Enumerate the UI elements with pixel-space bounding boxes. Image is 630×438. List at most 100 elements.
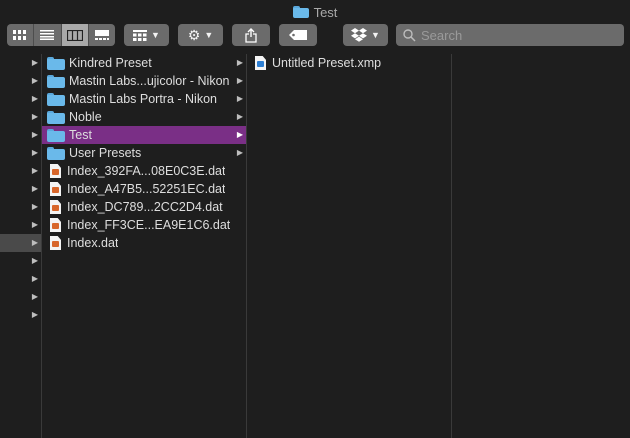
folder-list-item[interactable]: Test ▶ (42, 126, 246, 144)
search-field[interactable] (396, 24, 624, 46)
disclosure-arrow-icon: ▶ (31, 220, 38, 229)
item-label: Index_392FA...08E0C3E.dat (67, 164, 226, 178)
disclosure-arrow-icon: ▶ (236, 94, 243, 103)
search-icon (403, 28, 416, 42)
item-label: User Presets (69, 146, 142, 160)
disclosure-arrow-icon: ▶ (236, 76, 243, 85)
file-list-item[interactable]: Index.dat (42, 234, 246, 252)
parent-list-item[interactable]: ▶ (0, 216, 41, 234)
action-button[interactable]: ⚙ ▼ (178, 24, 223, 46)
folder-list-item[interactable]: Mastin Labs...ujicolor - Nikon ▶ (42, 72, 246, 90)
parent-list-item[interactable]: ▶ (0, 306, 41, 324)
disclosure-arrow-icon: ▶ (31, 310, 38, 319)
tag-icon (289, 30, 307, 40)
disclosure-arrow-icon: ▶ (31, 112, 38, 121)
parent-list-item[interactable]: ▶ (0, 72, 41, 90)
file-list-item[interactable]: Index_DC789...2CC2D4.dat (42, 198, 246, 216)
parent-list-item[interactable]: ▶ (0, 180, 41, 198)
dropbox-button[interactable]: ▼ (343, 24, 388, 46)
folder-icon (47, 92, 65, 106)
item-label: Index_DC789...2CC2D4.dat (67, 200, 223, 214)
disclosure-arrow-icon: ▶ (31, 148, 38, 157)
document-icon (50, 200, 61, 214)
file-list-item[interactable]: Index_392FA...08E0C3E.dat (42, 162, 246, 180)
disclosure-arrow-icon: ▶ (31, 256, 38, 265)
share-button[interactable] (232, 24, 270, 46)
disclosure-arrow-icon: ▶ (236, 148, 243, 157)
item-label: Kindred Preset (69, 56, 152, 70)
gear-icon: ⚙ (187, 26, 201, 43)
disclosure-arrow-icon: ▶ (31, 238, 38, 247)
search-input[interactable] (421, 27, 611, 43)
document-icon (50, 236, 61, 250)
chevron-down-icon: ▼ (371, 30, 380, 40)
parent-list-item[interactable]: ▶ (0, 270, 41, 288)
file-list-item[interactable]: Index_FF3CE...EA9E1C6.dat (42, 216, 246, 234)
parent-list-item[interactable]: ▶ (0, 288, 41, 306)
folder-icon (292, 6, 309, 18)
item-label: Noble (69, 110, 102, 124)
item-label: Test (69, 128, 92, 142)
xmp-file-icon (255, 56, 266, 70)
folder-list-item[interactable]: Noble ▶ (42, 108, 246, 126)
column-empty[interactable] (452, 54, 629, 438)
folder-icon (47, 146, 65, 160)
parent-list-item[interactable]: ▶ (0, 144, 41, 162)
share-icon (245, 27, 257, 43)
folder-list-item[interactable]: Mastin Labs Portra - Nikon ▶ (42, 90, 246, 108)
disclosure-arrow-icon: ▶ (236, 130, 243, 139)
parent-list-item[interactable]: ▶ (0, 162, 41, 180)
gallery-view-icon (94, 30, 109, 40)
column-browser: ▶ ▶ ▶ ▶ ▶ ▶ ▶ ▶ ▶ ▶ ▶ ▶ ▶ ▶ ▶ Kindred Preset ▶ Mastin La… (0, 54, 630, 438)
icon-view-icon (13, 30, 27, 40)
item-label: Index.dat (67, 236, 119, 250)
folder-icon (47, 74, 65, 88)
item-label: Mastin Labs...ujicolor - Nikon (69, 74, 230, 88)
disclosure-arrow-icon: ▶ (31, 292, 38, 301)
folder-icon (47, 110, 65, 124)
window-title: Test (313, 4, 338, 20)
disclosure-arrow-icon: ▶ (31, 202, 38, 211)
parent-list-item[interactable]: ▶ (0, 126, 41, 144)
disclosure-arrow-icon: ▶ (31, 184, 38, 193)
icon-view-button[interactable] (7, 24, 35, 46)
column-view-icon (66, 29, 83, 41)
list-view-button[interactable] (34, 24, 62, 46)
column-folder-contents[interactable]: Kindred Preset ▶ Mastin Labs...ujicolor - … (42, 54, 247, 438)
toolbar: ▼ ⚙ ▼ ▼ (0, 24, 630, 50)
folder-list-item[interactable]: User Presets ▶ (42, 144, 246, 162)
disclosure-arrow-icon: ▶ (31, 130, 38, 139)
disclosure-arrow-icon: ▶ (31, 94, 38, 103)
column-view-button[interactable] (61, 24, 89, 46)
item-label: Mastin Labs Portra - Nikon (69, 92, 217, 106)
gallery-view-button[interactable] (88, 24, 115, 46)
parent-list-item[interactable]: ▶ (0, 252, 41, 270)
file-list-item[interactable]: Untitled Preset.xmp (247, 54, 451, 72)
disclosure-arrow-icon: ▶ (31, 166, 38, 175)
chevron-down-icon: ▼ (151, 30, 160, 40)
group-grid-icon (133, 29, 148, 41)
edit-tags-button[interactable] (279, 24, 317, 46)
document-icon (50, 182, 61, 196)
parent-list-item[interactable]: ▶ (0, 54, 41, 72)
item-label: Untitled Preset.xmp (272, 56, 382, 70)
item-label: Index_A47B5...52251EC.dat (67, 182, 226, 196)
disclosure-arrow-icon: ▶ (31, 76, 38, 85)
parent-list-item[interactable]: ▶ (0, 234, 41, 252)
group-by-button[interactable]: ▼ (124, 24, 169, 46)
parent-list-item[interactable]: ▶ (0, 108, 41, 126)
folder-list-item[interactable]: Kindred Preset ▶ (42, 54, 246, 72)
parent-list-item[interactable]: ▶ (0, 90, 41, 108)
item-label: Index_FF3CE...EA9E1C6.dat (67, 218, 231, 232)
file-list-item[interactable]: Index_A47B5...52251EC.dat (42, 180, 246, 198)
disclosure-arrow-icon: ▶ (31, 58, 38, 67)
column-parent[interactable]: ▶ ▶ ▶ ▶ ▶ ▶ ▶ ▶ ▶ ▶ ▶ ▶ ▶ ▶ ▶ (0, 54, 42, 438)
parent-list-item[interactable]: ▶ (0, 198, 41, 216)
disclosure-arrow-icon: ▶ (236, 58, 243, 67)
view-mode-segmented-control (7, 24, 115, 46)
column-test-contents[interactable]: Untitled Preset.xmp (247, 54, 452, 438)
list-view-icon (40, 30, 55, 40)
document-icon (50, 164, 61, 178)
window-titlebar: Test (0, 0, 630, 24)
folder-icon (47, 128, 65, 142)
